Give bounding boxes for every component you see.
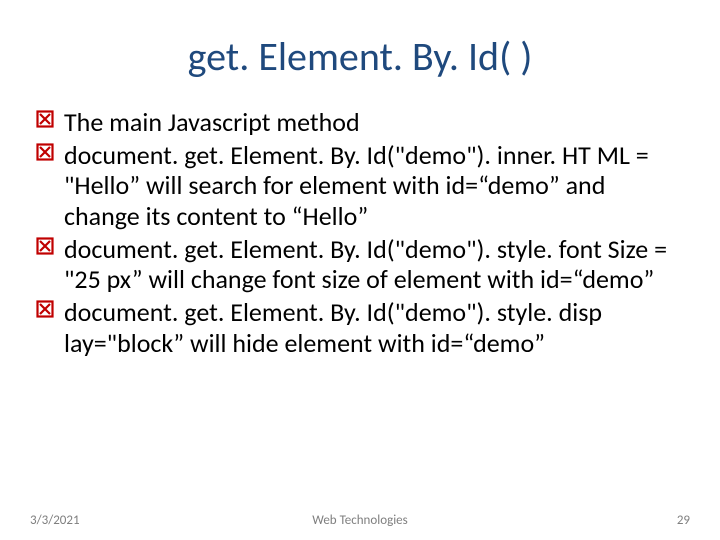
slide-body: The main Javascript method document. get… — [34, 107, 686, 358]
list-item-text: document. get. Element. By. Id("demo"). … — [64, 296, 602, 359]
list-item-text: document. get. Element. By. Id("demo"). … — [64, 139, 649, 232]
footer-page-number: 29 — [677, 513, 690, 528]
list-item: document. get. Element. By. Id("demo"). … — [34, 140, 686, 232]
list-item: document. get. Element. By. Id("demo"). … — [34, 234, 686, 295]
list-item: The main Javascript method — [34, 107, 686, 138]
slide: get. Element. By. Id( ) The main Javascr… — [0, 0, 720, 540]
list-item: document. get. Element. By. Id("demo"). … — [34, 297, 686, 358]
slide-title: get. Element. By. Id( ) — [34, 32, 686, 81]
slide-footer: 3/3/2021 Web Technologies 29 — [0, 513, 720, 528]
footer-title: Web Technologies — [0, 513, 720, 528]
list-item-text: The main Javascript method — [64, 106, 360, 138]
list-item-text: document. get. Element. By. Id("demo"). … — [64, 233, 667, 296]
